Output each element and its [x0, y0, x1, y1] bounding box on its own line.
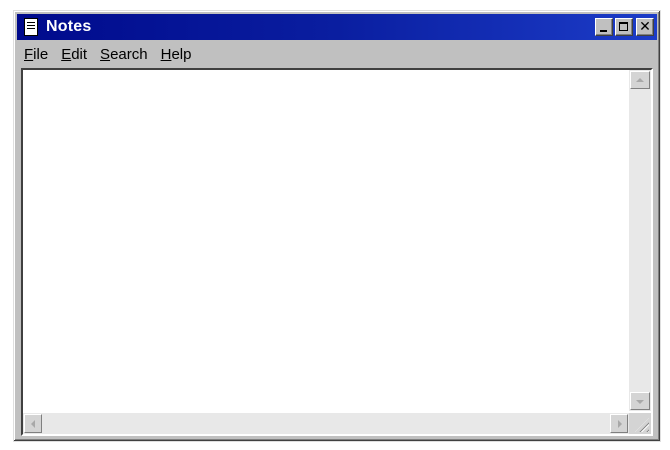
- menu-file-mnemonic: F: [24, 45, 34, 63]
- menu-search-label: earch: [110, 45, 148, 63]
- notes-window: Notes ✕ File Edit Search Help: [13, 10, 661, 442]
- close-icon: ✕: [639, 19, 651, 35]
- maximize-button[interactable]: [615, 18, 633, 36]
- editor-frame: [21, 68, 653, 436]
- close-button[interactable]: ✕: [636, 18, 654, 36]
- menu-help[interactable]: Help: [155, 46, 198, 63]
- menu-search[interactable]: Search: [94, 46, 154, 63]
- notepad-icon[interactable]: [24, 18, 38, 36]
- scroll-right-button[interactable]: [610, 414, 628, 433]
- menu-edit-label: dit: [71, 45, 88, 63]
- maximize-icon: [619, 22, 628, 31]
- menu-edit-mnemonic: E: [61, 45, 72, 63]
- scroll-left-button[interactable]: [24, 414, 42, 433]
- arrow-up-icon: [636, 78, 644, 82]
- menu-help-label: elp: [171, 45, 192, 63]
- minimize-button[interactable]: [595, 18, 613, 36]
- arrow-left-icon: [31, 420, 35, 428]
- menu-search-mnemonic: S: [100, 45, 111, 63]
- horizontal-scrollbar[interactable]: [23, 413, 629, 434]
- text-editor-area[interactable]: [23, 70, 629, 411]
- menu-help-mnemonic: H: [160, 45, 172, 63]
- menu-edit[interactable]: Edit: [55, 46, 93, 63]
- scroll-down-button[interactable]: [630, 392, 650, 410]
- scroll-up-button[interactable]: [630, 71, 650, 89]
- menu-file[interactable]: File: [18, 46, 54, 63]
- title-bar[interactable]: Notes ✕: [17, 14, 657, 40]
- size-grip-icon[interactable]: [629, 413, 651, 434]
- arrow-right-icon: [618, 420, 622, 428]
- vertical-scrollbar[interactable]: [629, 70, 651, 411]
- window-title: Notes: [46, 18, 92, 35]
- minimize-icon: [600, 30, 607, 32]
- menu-bar: File Edit Search Help: [17, 42, 657, 66]
- arrow-down-icon: [636, 400, 644, 404]
- menu-file-label: ile: [33, 45, 49, 63]
